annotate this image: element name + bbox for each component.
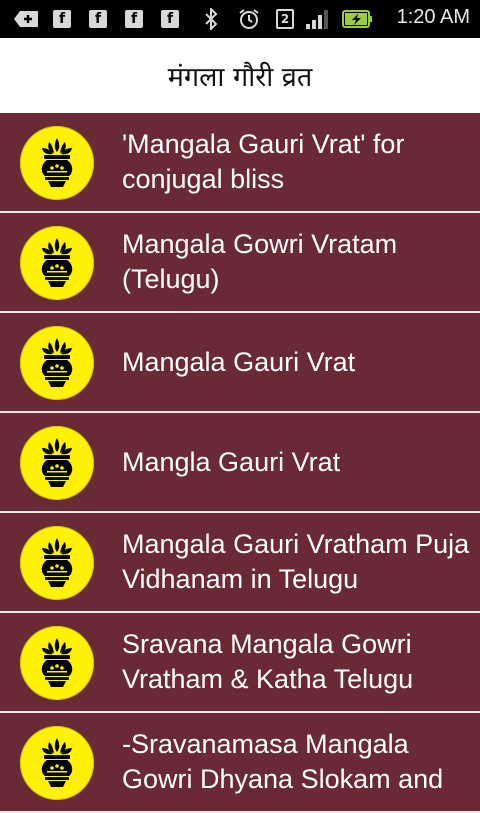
app-header: मंगला गौरी व्रत — [0, 38, 480, 113]
list-item[interactable]: Sravana Mangala Gowri Vratham & Katha Te… — [0, 613, 480, 713]
kalash-icon — [20, 326, 94, 400]
sim-icon: 2 — [276, 9, 294, 29]
list-item[interactable]: Mangala Gauri Vratham Puja Vidhanam in T… — [0, 513, 480, 613]
list-item[interactable]: -Sravanamasa Mangala Gowri Dhyana Slokam… — [0, 713, 480, 813]
list-item[interactable]: 'Mangala Gauri Vrat' for conjugal bliss — [0, 113, 480, 213]
status-bar: f f f f 2 1:20 AM — [0, 0, 480, 38]
facebook-icon: f — [53, 9, 71, 29]
kalash-icon — [20, 126, 94, 200]
add-icon — [14, 9, 40, 29]
status-time: 1:20 AM — [396, 6, 470, 28]
list-item-label: Mangala Gowri Vratam (Telugu) — [122, 229, 398, 294]
vrat-list: 'Mangala Gauri Vrat' for conjugal bliss … — [0, 113, 480, 813]
list-item-label: Sravana Mangala Gowri Vratham & Katha Te… — [122, 629, 414, 694]
kalash-icon — [20, 526, 94, 600]
list-item-label: -Sravanamasa Mangala Gowri Dhyana Slokam… — [122, 729, 444, 794]
alarm-icon — [237, 9, 261, 29]
kalash-icon — [20, 726, 94, 800]
list-item-label: Mangla Gauri Vrat — [122, 446, 341, 477]
facebook-icon: f — [125, 9, 143, 29]
facebook-icon: f — [161, 9, 179, 29]
facebook-icon: f — [89, 9, 107, 29]
kalash-icon — [20, 426, 94, 500]
kalash-icon — [20, 226, 94, 300]
bluetooth-icon — [203, 8, 219, 30]
list-item[interactable]: Mangla Gauri Vrat — [0, 413, 480, 513]
list-item[interactable]: Mangala Gauri Vrat — [0, 313, 480, 413]
page-title: मंगला गौरी व्रत — [167, 62, 313, 93]
notification-badge: 2 — [276, 9, 294, 29]
list-item[interactable]: Mangala Gowri Vratam (Telugu) — [0, 213, 480, 313]
list-item-label: Mangala Gauri Vrat — [122, 346, 356, 377]
list-item-label: 'Mangala Gauri Vrat' for conjugal bliss — [122, 129, 405, 194]
kalash-icon — [20, 626, 94, 700]
battery-charging-icon — [342, 9, 374, 29]
signal-icon — [304, 9, 330, 29]
list-item-label: Mangala Gauri Vratham Puja Vidhanam in T… — [122, 529, 470, 594]
